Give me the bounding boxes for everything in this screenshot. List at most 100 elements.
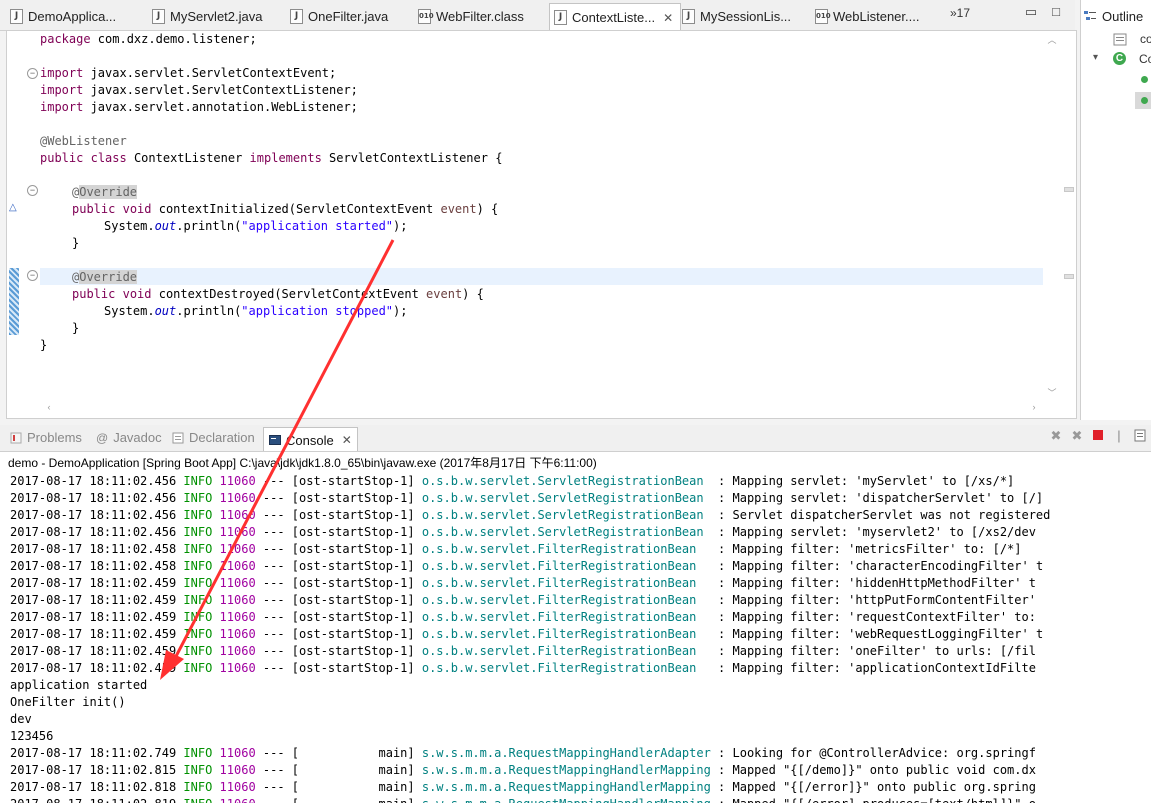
declaration-icon: [172, 432, 184, 443]
tab-label: Console: [286, 432, 334, 448]
console-line: 2017-08-17 18:11:02.456 INFO 11060 --- […: [10, 508, 1051, 522]
console-line: dev: [10, 712, 32, 726]
toolbar-separator: |: [1117, 428, 1121, 443]
java-file-icon: J: [682, 8, 695, 24]
tab-mysessionlistener[interactable]: J MySessionLis...: [682, 4, 808, 28]
console-line: 2017-08-17 18:11:02.458 INFO 11060 --- […: [10, 542, 1022, 556]
editor-vertical-scrollbar[interactable]: ︿ ﹀: [1043, 31, 1061, 401]
tab-label: WebListener....: [833, 8, 920, 24]
fold-toggle-icon[interactable]: −: [27, 68, 38, 79]
console-line: 2017-08-17 18:11:02.458 INFO 11060 --- […: [10, 559, 1044, 573]
console-icon: [269, 435, 281, 445]
console-line: 2017-08-17 18:11:02.459 INFO 11060 --- […: [10, 576, 1036, 590]
console-line: 123456: [10, 729, 54, 743]
scroll-right-icon[interactable]: ›: [1025, 402, 1043, 412]
minimize-icon[interactable]: ▭: [1024, 5, 1038, 20]
scroll-left-icon[interactable]: ‹: [40, 402, 58, 412]
tab-label: WebFilter.class: [436, 8, 524, 24]
outline-item-partial[interactable]: co: [1140, 32, 1151, 46]
chevron-down-icon[interactable]: ▾: [1093, 52, 1098, 63]
terminate-icon[interactable]: [1091, 429, 1105, 443]
console-line: 2017-08-17 18:11:02.749 INFO 11060 --- […: [10, 746, 1036, 760]
outline-class-partial[interactable]: Co: [1139, 52, 1151, 66]
class-icon[interactable]: C: [1113, 52, 1126, 65]
maximize-icon[interactable]: □: [1049, 5, 1063, 20]
code-line: public void contextDestroyed(ServletCont…: [72, 287, 484, 301]
console-line: 2017-08-17 18:11:02.459 INFO 11060 --- […: [10, 610, 1036, 624]
code-line: package com.dxz.demo.listener;: [40, 32, 257, 46]
tab-myservlet2[interactable]: J MyServlet2.java: [152, 4, 280, 28]
console-line: 2017-08-17 18:11:02.456 INFO 11060 --- […: [10, 525, 1036, 539]
java-file-icon: J: [290, 8, 303, 24]
overview-mark[interactable]: [1064, 274, 1074, 279]
scroll-down-icon[interactable]: ﹀: [1043, 386, 1061, 399]
quick-diff-change-bar: [9, 268, 19, 335]
code-line: @Override: [72, 270, 138, 284]
console-line: application started: [10, 678, 148, 692]
class-file-icon: 010: [815, 8, 831, 24]
console-line: 2017-08-17 18:11:02.459 INFO 11060 --- […: [10, 644, 1036, 658]
code-line: public void contextInitialized(ServletCo…: [72, 202, 499, 216]
tab-label: MyServlet2.java: [170, 8, 263, 24]
overview-ruler[interactable]: [1062, 31, 1074, 401]
import-declarations-icon[interactable]: [1113, 33, 1127, 49]
java-file-icon: J: [554, 10, 567, 25]
console-output[interactable]: 2017-08-17 18:11:02.456 INFO 11060 --- […: [10, 473, 1151, 803]
console-line: 2017-08-17 18:11:02.819 INFO 11060 --- […: [10, 796, 1036, 803]
remove-all-terminated-icon[interactable]: ✖: [1070, 429, 1084, 443]
tab-outline[interactable]: Outline: [1083, 4, 1143, 28]
tab-onefilter[interactable]: J OneFilter.java: [290, 4, 410, 28]
editor-tab-bar: J DemoApplica... J MyServlet2.java J OneFil…: [0, 0, 1075, 31]
tab-javadoc[interactable]: @ Javadoc: [96, 430, 162, 445]
console-line: OneFilter init(): [10, 695, 126, 709]
tab-contextlistener[interactable]: J ContextListe... ✕: [549, 3, 681, 31]
class-file-icon: 010: [418, 8, 434, 24]
tab-problems[interactable]: Problems: [10, 430, 82, 445]
scroll-up-icon[interactable]: ︿: [1043, 33, 1061, 46]
console-toolbar: ✖ ✖ |: [1049, 429, 1151, 443]
java-file-icon: J: [10, 8, 23, 24]
tab-declaration[interactable]: Declaration: [172, 430, 255, 445]
console-line: 2017-08-17 18:11:02.456 INFO 11060 --- […: [10, 474, 1015, 488]
fold-toggle-icon[interactable]: −: [27, 185, 38, 196]
code-line: import javax.servlet.ServletContextListe…: [40, 83, 358, 97]
method-icon: [1141, 97, 1148, 104]
close-icon[interactable]: ✕: [663, 11, 673, 25]
code-line: }: [40, 338, 48, 352]
code-line: @Override: [72, 185, 138, 199]
bottom-panel-tab-bar: Problems @ Javadoc Declaration Console ✕: [0, 425, 1151, 452]
tab-overflow-button[interactable]: »17: [950, 6, 970, 20]
editor-horizontal-scrollbar[interactable]: ‹ ›: [40, 401, 1043, 416]
launch-description: demo - DemoApplication [Spring Boot App]…: [8, 456, 597, 470]
code-line: }: [72, 236, 80, 250]
console-line: 2017-08-17 18:11:02.456 INFO 11060 --- […: [10, 491, 1044, 505]
console-line: 2017-08-17 18:11:02.818 INFO 11060 --- […: [10, 780, 1036, 794]
tab-webfilter-class[interactable]: 010 WebFilter.class: [418, 4, 544, 28]
tab-demoapplication[interactable]: J DemoApplica...: [10, 4, 142, 28]
code-line: import javax.servlet.ServletContextEvent…: [40, 66, 337, 80]
console-line: 2017-08-17 18:11:02.459 INFO 11060 --- […: [10, 593, 1036, 607]
tab-label: MySessionLis...: [700, 8, 792, 24]
code-line: }: [72, 321, 80, 335]
tab-label: Problems: [27, 430, 82, 445]
fold-toggle-icon[interactable]: −: [27, 270, 38, 281]
tab-console[interactable]: Console ✕: [263, 427, 358, 452]
outline-title: Outline: [1102, 8, 1144, 24]
code-line: @WebListener: [40, 134, 127, 148]
code-line: import javax.servlet.annotation.WebListe…: [40, 100, 358, 114]
javadoc-icon: @: [96, 430, 109, 445]
console-line: 2017-08-17 18:11:02.459 INFO 11060 --- […: [10, 627, 1044, 641]
close-icon[interactable]: ✕: [342, 433, 352, 447]
method-icon[interactable]: [1141, 76, 1148, 83]
code-content: package com.dxz.demo.listener; import ja…: [40, 31, 1043, 401]
override-marker-icon[interactable]: △: [9, 202, 17, 213]
clear-console-icon[interactable]: [1133, 429, 1147, 443]
tab-label: Javadoc: [113, 430, 162, 445]
code-line: System.out.println("application stopped"…: [104, 304, 408, 318]
tab-weblistener-class[interactable]: 010 WebListener....: [815, 4, 943, 28]
tab-label: OneFilter.java: [308, 8, 389, 24]
java-file-icon: J: [152, 8, 165, 24]
tab-label: Declaration: [189, 430, 255, 445]
overview-mark[interactable]: [1064, 187, 1074, 192]
remove-launch-icon[interactable]: ✖: [1049, 429, 1063, 443]
